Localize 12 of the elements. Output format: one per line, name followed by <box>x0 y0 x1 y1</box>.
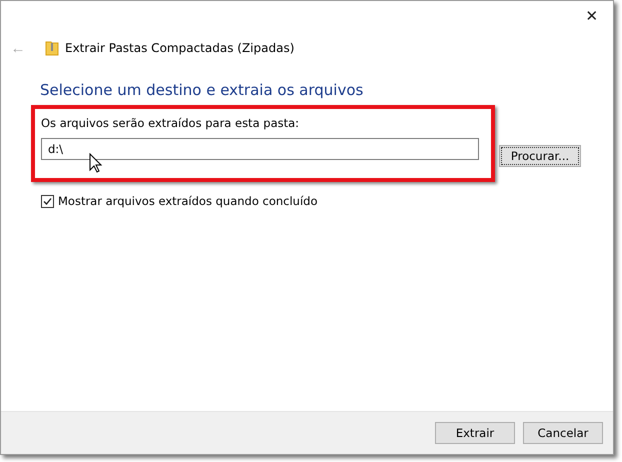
window-title: Extrair Pastas Compactadas (Zipadas) <box>65 41 294 55</box>
field-label: Os arquivos serão extraídos para esta pasta: <box>41 116 300 130</box>
mouse-pointer-icon <box>89 153 103 173</box>
checkbox-label: Mostrar arquivos extraídos quando concluído <box>58 194 318 208</box>
destination-field[interactable]: d:\ <box>41 138 479 160</box>
dialog-button[interactable]: Cancelar <box>523 422 603 444</box>
checkbox[interactable] <box>41 194 54 208</box>
dialog-button[interactable]: Extrair <box>435 422 515 444</box>
zipped-folder-icon <box>45 40 59 56</box>
browse-button[interactable]: Procurar... <box>499 145 581 167</box>
heading: Selecione um destino e extraia os arquivos <box>40 81 364 101</box>
close-button[interactable]: ✕ <box>579 3 605 29</box>
